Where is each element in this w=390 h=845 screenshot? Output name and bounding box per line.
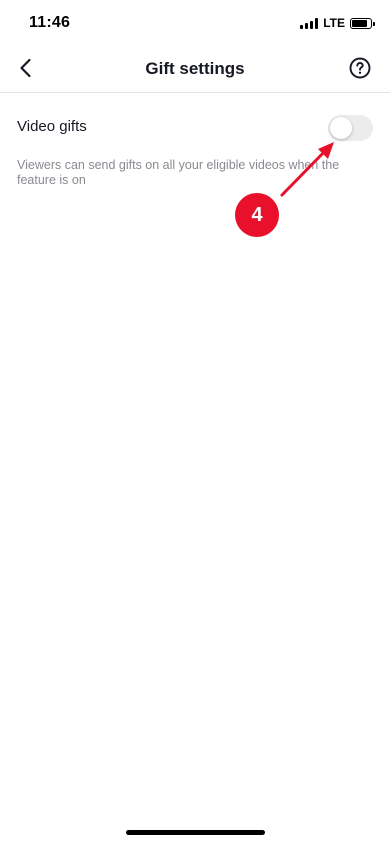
page-title: Gift settings	[145, 59, 245, 78]
nav-bar: Gift settings	[0, 46, 390, 93]
status-bar: 11:46 LTE	[0, 0, 390, 46]
status-time: 11:46	[29, 14, 71, 31]
signal-icon	[300, 17, 319, 29]
battery-icon	[350, 17, 375, 29]
video-gifts-label: Video gifts	[17, 118, 87, 135]
carrier-label: LTE	[323, 16, 345, 30]
help-question-icon[interactable]	[348, 56, 372, 80]
annotation-arrow-icon	[280, 142, 334, 197]
annotation-step-badge: 4	[235, 193, 279, 237]
home-indicator	[126, 830, 265, 835]
status-indicators: LTE	[300, 16, 375, 30]
